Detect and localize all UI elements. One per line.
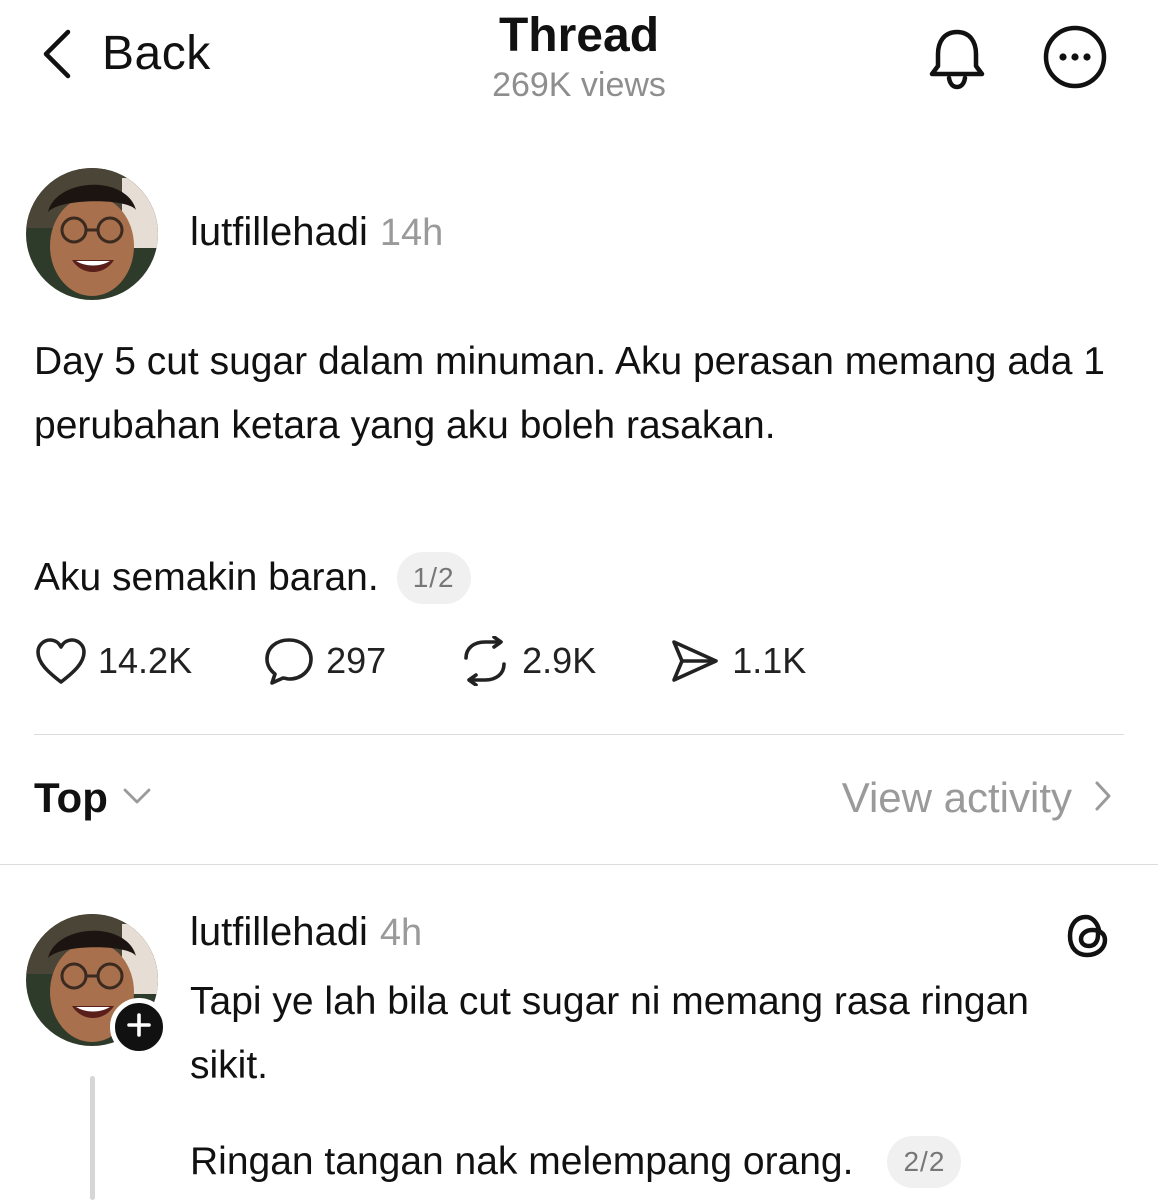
- like-button[interactable]: 14.2K: [34, 636, 192, 686]
- share-button[interactable]: 1.1K: [668, 636, 806, 686]
- avatar[interactable]: [26, 168, 158, 300]
- bell-icon: [922, 29, 992, 96]
- comment-button[interactable]: 297: [262, 636, 386, 686]
- divider: [0, 864, 1158, 865]
- post-tail: Aku semakin baran. 1/2: [34, 552, 471, 604]
- reply-tail-text: Ringan tangan nak melempang orang.: [190, 1140, 854, 1183]
- plus-icon: [126, 1012, 152, 1043]
- post-text: Day 5 cut sugar dalam minuman. Aku peras…: [34, 340, 1105, 447]
- post-username[interactable]: lutfillehadi: [190, 210, 368, 255]
- thread-pager: 1/2: [396, 552, 471, 604]
- reply-text: Tapi ye lah bila cut sugar ni memang ras…: [190, 980, 1029, 1087]
- sort-dropdown[interactable]: Top: [34, 774, 152, 822]
- repost-button[interactable]: 2.9K: [458, 636, 596, 686]
- post-actions: 14.2K 297 2.9K 1.1K: [34, 636, 806, 686]
- reply-author-line: lutfillehadi 4h: [190, 910, 422, 955]
- reply-tail: Ringan tangan nak melempang orang. 2/2: [190, 1136, 962, 1188]
- post-author-line: lutfillehadi 14h: [190, 210, 443, 255]
- chevron-right-icon: [1094, 780, 1112, 817]
- repost-count: 2.9K: [522, 640, 597, 681]
- chevron-down-icon: [122, 786, 152, 811]
- view-activity-link[interactable]: View activity: [842, 774, 1112, 822]
- notifications-button[interactable]: [922, 22, 992, 92]
- post-tail-text: Aku semakin baran.: [34, 556, 379, 599]
- more-options-button[interactable]: [1040, 22, 1110, 92]
- share-count: 1.1K: [732, 640, 807, 681]
- send-icon: [668, 636, 722, 686]
- heart-icon: [34, 636, 88, 686]
- more-icon: [1040, 25, 1110, 96]
- comment-count: 297: [326, 640, 387, 681]
- thread-pager: 2/2: [887, 1136, 962, 1188]
- like-count: 14.2K: [98, 640, 193, 681]
- reply-time: 4h: [379, 912, 423, 954]
- repost-icon: [458, 636, 512, 686]
- divider: [34, 734, 1124, 735]
- comment-icon: [262, 636, 316, 686]
- threads-logo-icon: [1062, 910, 1114, 967]
- sort-label: Top: [34, 774, 108, 821]
- thread-connector-line: [90, 1076, 95, 1200]
- reply-username[interactable]: lutfillehadi: [190, 910, 368, 955]
- post-time: 14h: [379, 212, 444, 254]
- view-activity-label: View activity: [841, 774, 1072, 821]
- follow-button[interactable]: [110, 998, 168, 1056]
